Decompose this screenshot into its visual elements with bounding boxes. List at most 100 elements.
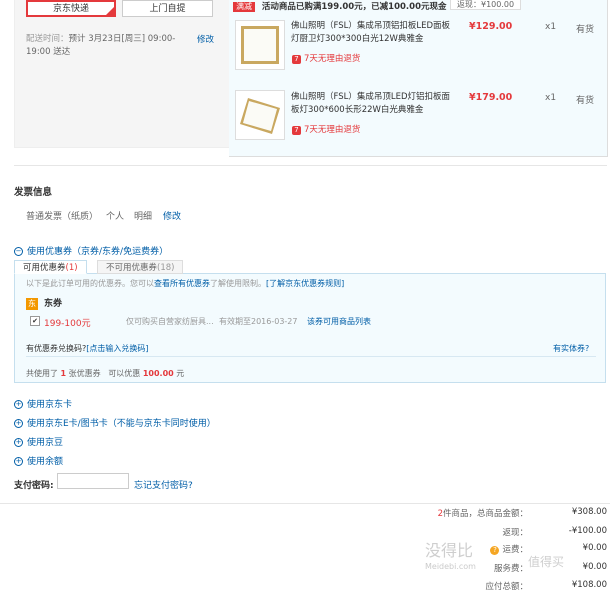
use-jingdou-toggle[interactable]: + 使用京豆 bbox=[14, 435, 63, 448]
delivery-option-jd-express[interactable]: 京东快递 ✓ bbox=[26, 0, 116, 17]
redeem-code: 有优惠券兑换码?[点击输入兑换码] bbox=[26, 343, 149, 354]
coupon-notice-text: 以下是此订单可用的优惠券。您可以 bbox=[26, 279, 154, 288]
pay-password-input[interactable] bbox=[57, 473, 129, 489]
coupon-header: 使用优惠券（京券/东券/免运费券） bbox=[27, 247, 169, 257]
delivery-edit-link[interactable]: 修改 bbox=[197, 33, 214, 45]
used-prefix: 共使用了 bbox=[26, 369, 58, 378]
delivery-option-label: 京东快递 bbox=[52, 4, 89, 14]
use-jd-card-toggle[interactable]: + 使用京东卡 bbox=[14, 397, 72, 410]
product-thumbnail[interactable] bbox=[235, 90, 285, 140]
product-name[interactable]: 佛山照明（FSL）集成吊顶铝扣板LED面板灯厨卫灯300*300白光12W典雅金 bbox=[291, 20, 451, 46]
save-prefix: 可以优惠 bbox=[108, 369, 141, 378]
cashback-value: ¥100.00 bbox=[481, 0, 515, 9]
product-price: ¥129.00 bbox=[469, 21, 513, 32]
product-price: ¥179.00 bbox=[469, 92, 513, 103]
expand-icon: + bbox=[14, 457, 23, 466]
divider bbox=[14, 165, 607, 166]
tab-count: (1) bbox=[65, 263, 78, 273]
invoice-edit-link[interactable]: 修改 bbox=[163, 209, 181, 222]
tab-label: 可用优惠券 bbox=[23, 263, 66, 273]
led-panel-square-image bbox=[241, 26, 279, 64]
cashback-tag: 返现：¥100.00 bbox=[450, 0, 522, 10]
goods-total-value: ¥308.00 bbox=[571, 507, 607, 517]
promo-text: 活动商品已购满199.00元，已减100.00元现金 bbox=[261, 2, 447, 12]
coupon-group-header: 东东券 bbox=[26, 296, 62, 310]
payment-option-label: 使用京东E卡/图书卡（不能与京东卡同时使用） bbox=[27, 419, 216, 429]
divider bbox=[0, 503, 610, 504]
tab-label: 不可用优惠券 bbox=[106, 263, 158, 273]
coupon-notice: 以下是此订单可用的优惠券。您可以查看所有优惠券了解使用限制。[了解京东优惠券规则… bbox=[26, 278, 344, 289]
payment-option-label: 使用京东卡 bbox=[27, 400, 73, 410]
payment-option-label: 使用余额 bbox=[27, 457, 64, 467]
payable-row-label: 应付总额： bbox=[485, 582, 528, 592]
save-amount: 100.00 bbox=[142, 369, 174, 378]
coupon-rules-link[interactable]: [了解京东优惠券规则] bbox=[266, 279, 344, 288]
return-policy: 7 7天无理由退货 bbox=[292, 52, 360, 64]
expand-icon: + bbox=[14, 400, 23, 409]
view-all-coupons-link[interactable]: 查看所有优惠券 bbox=[154, 279, 210, 288]
coupon-group-label: 东券 bbox=[44, 299, 63, 309]
coupon-desc: 仅可购买自营家纺厨具... bbox=[126, 317, 214, 326]
service-row-value: ¥0.00 bbox=[582, 562, 607, 572]
tab-available-coupons[interactable]: 可用优惠券(1) bbox=[14, 260, 87, 274]
invoice-content: 明细 bbox=[134, 212, 153, 222]
collapse-icon: − bbox=[14, 247, 23, 256]
physical-coupon-link[interactable]: 有实体券? bbox=[553, 343, 589, 354]
use-ecard-toggle[interactable]: + 使用京东E卡/图书卡（不能与京东卡同时使用） bbox=[14, 416, 216, 429]
goods-count-row: 2件商品，总商品金额： bbox=[438, 507, 528, 519]
redeem-code-link[interactable]: [点击输入兑换码] bbox=[86, 344, 148, 353]
delivery-option-label: 上门自提 bbox=[149, 4, 186, 14]
invoice-owner: 个人 bbox=[106, 212, 125, 222]
expand-icon: + bbox=[14, 438, 23, 447]
dongquan-icon: 东 bbox=[26, 298, 38, 310]
watermark-domain: Meidebi.com bbox=[425, 562, 476, 571]
use-balance-toggle[interactable]: + 使用余额 bbox=[14, 454, 63, 467]
tab-unavailable-coupons[interactable]: 不可用优惠券(18) bbox=[97, 260, 184, 274]
return-7day-icon: 7 bbox=[292, 126, 301, 135]
led-panel-long-image bbox=[240, 98, 280, 134]
coupon-product-list-link[interactable]: 该券可用商品列表 bbox=[307, 316, 371, 327]
coupon-checkbox[interactable]: ✔ bbox=[30, 316, 40, 326]
watermark: 没得比 Meidebi.com bbox=[425, 543, 476, 575]
invoice-title: 发票信息 bbox=[14, 187, 53, 198]
coupon-used-summary: 共使用了 1 张优惠券 可以优惠 100.00 元 bbox=[26, 368, 184, 379]
coupon-divider bbox=[26, 356, 596, 357]
delivery-time: 配送时间：预计 3月23日[周三] 09:00-19:00 送达 bbox=[26, 33, 196, 59]
redeem-question: 有优惠券兑换码? bbox=[26, 344, 87, 353]
freight-row-label: ? 运费： bbox=[490, 543, 528, 555]
product-qty: x1 bbox=[545, 93, 557, 103]
product-stock: 有货 bbox=[576, 96, 595, 106]
delivery-panel bbox=[14, 0, 231, 148]
watermark-brand: 没得比 bbox=[425, 541, 474, 560]
cashback-row-label: 返现： bbox=[502, 528, 528, 538]
check-icon: ✓ bbox=[108, 5, 114, 12]
delivery-option-pickup[interactable]: 上门自提 bbox=[122, 0, 213, 17]
coupon-panel bbox=[14, 273, 606, 383]
goods-total-label: 件商品，总商品金额： bbox=[442, 509, 528, 519]
product-qty: x1 bbox=[545, 22, 557, 32]
coupon-amount: 199-100元 bbox=[44, 319, 91, 329]
used-mid: 张优惠券 bbox=[68, 369, 101, 378]
promo-bar: 满减 活动商品已购满199.00元，已减100.00元现金 bbox=[233, 0, 447, 12]
coupon-notice-text: 了解使用限制。 bbox=[210, 279, 266, 288]
help-icon[interactable]: ? bbox=[490, 546, 500, 555]
cashback-row-value: -¥100.00 bbox=[568, 526, 607, 536]
freight-row-value: ¥0.00 bbox=[582, 543, 607, 553]
service-row-label: 服务费： bbox=[493, 564, 528, 574]
delivery-time-label: 配送时间： bbox=[26, 34, 69, 44]
invoice-type: 普通发票（纸质） bbox=[26, 212, 99, 222]
coupon-toggle[interactable]: − 使用优惠券（京券/东券/免运费券） bbox=[14, 244, 168, 257]
expand-icon: + bbox=[14, 419, 23, 428]
return-policy: 7 7天无理由退货 bbox=[292, 123, 360, 135]
return-7day-icon: 7 bbox=[292, 55, 301, 64]
product-name[interactable]: 佛山照明（FSL）集成吊顶LED灯铝扣板面板灯300*600长形22W白光典雅金 bbox=[291, 91, 451, 117]
return-policy-label: 7天无理由退货 bbox=[304, 125, 361, 135]
tab-count: (18) bbox=[157, 263, 175, 273]
coupon-expire: 有效期至2016-03-27 bbox=[219, 317, 298, 326]
forgot-pay-password-link[interactable]: 忘记支付密码? bbox=[134, 478, 193, 491]
product-stock: 有货 bbox=[576, 25, 595, 35]
save-suffix: 元 bbox=[176, 369, 185, 378]
payment-option-label: 使用京豆 bbox=[27, 438, 64, 448]
product-thumbnail[interactable] bbox=[235, 20, 285, 70]
freight-label: 运费： bbox=[502, 545, 528, 555]
